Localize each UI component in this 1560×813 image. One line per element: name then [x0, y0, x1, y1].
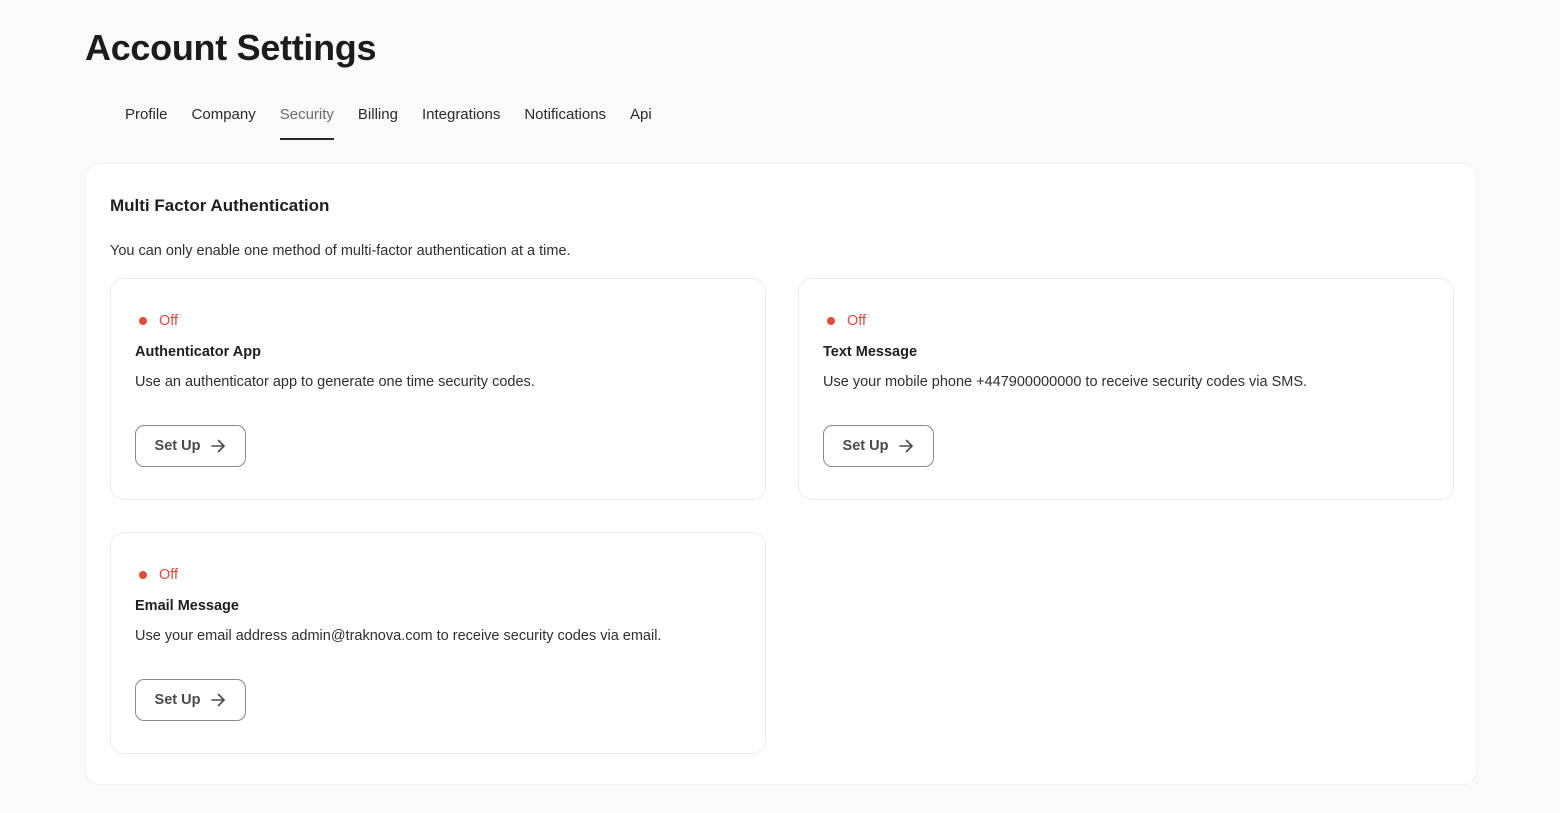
- mfa-section-description: You can only enable one method of multi-…: [110, 243, 571, 259]
- status-label: Off: [159, 313, 179, 329]
- setup-button-label: Set Up: [154, 692, 201, 708]
- status-label: Off: [847, 313, 867, 329]
- method-description: Use your email address admin@traknova.co…: [135, 628, 662, 644]
- status-badge: Off: [135, 565, 178, 585]
- arrow-right-icon: [899, 439, 914, 453]
- method-title: Text Message: [823, 344, 918, 360]
- tab-billing[interactable]: Billing: [358, 104, 398, 140]
- method-title: Email Message: [135, 598, 239, 614]
- account-settings-page: Account Settings Profile Company Securit…: [0, 0, 1560, 813]
- tab-api[interactable]: Api: [630, 104, 652, 140]
- method-title: Authenticator App: [135, 344, 261, 360]
- setup-authenticator-app-button[interactable]: Set Up: [135, 425, 246, 467]
- setup-button-label: Set Up: [842, 438, 889, 454]
- tab-notifications[interactable]: Notifications: [524, 104, 606, 140]
- mfa-section-card: Multi Factor Authentication You can only…: [85, 163, 1477, 785]
- tab-security[interactable]: Security: [279, 104, 334, 140]
- mfa-method-text-message: Off Text Message Use your mobile phone +…: [798, 278, 1454, 500]
- status-dot-icon: [827, 317, 835, 325]
- tab-profile[interactable]: Profile: [125, 104, 168, 140]
- page-title: Account Settings: [85, 27, 377, 68]
- status-label: Off: [159, 567, 179, 583]
- method-description: Use your mobile phone +447900000000 to r…: [823, 374, 1308, 390]
- settings-tabs: Profile Company Security Billing Integra…: [125, 104, 676, 140]
- tab-integrations[interactable]: Integrations: [422, 104, 500, 140]
- tab-company[interactable]: Company: [192, 104, 256, 140]
- arrow-right-icon: [211, 693, 226, 707]
- status-badge: Off: [823, 311, 866, 331]
- mfa-method-email-message: Off Email Message Use your email address…: [110, 532, 766, 754]
- mfa-method-authenticator-app: Off Authenticator App Use an authenticat…: [110, 278, 766, 500]
- setup-email-message-button[interactable]: Set Up: [135, 679, 246, 721]
- arrow-right-icon: [211, 439, 226, 453]
- method-description: Use an authenticator app to generate one…: [135, 374, 535, 390]
- setup-text-message-button[interactable]: Set Up: [823, 425, 934, 467]
- mfa-section-title: Multi Factor Authentication: [110, 196, 330, 215]
- status-dot-icon: [139, 317, 147, 325]
- status-badge: Off: [135, 311, 178, 331]
- status-dot-icon: [139, 571, 147, 579]
- setup-button-label: Set Up: [154, 438, 201, 454]
